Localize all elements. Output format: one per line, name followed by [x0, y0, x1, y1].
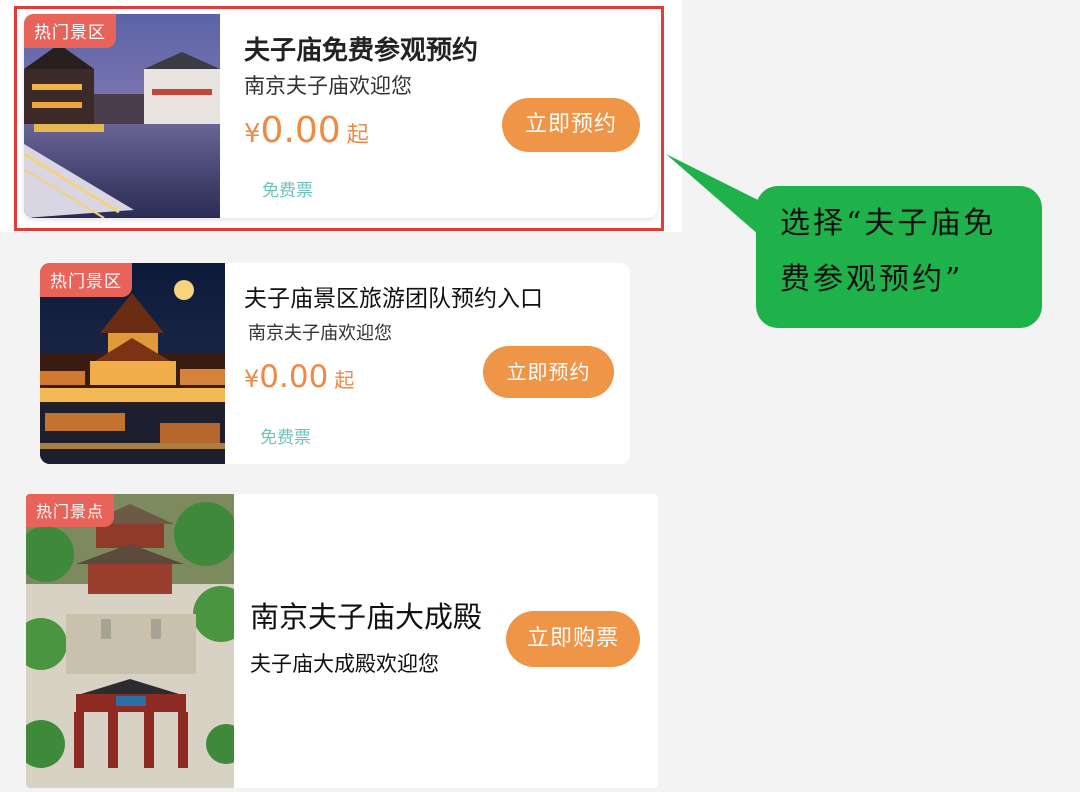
hot-attraction-tag: 热门景区	[24, 14, 116, 48]
hot-attraction-tag: 热门景区	[40, 263, 132, 297]
hot-attraction-tag: 热门景点	[26, 494, 115, 527]
callout-pointer	[666, 154, 790, 262]
instruction-callout: 选择“夫子庙免费参观预约”	[756, 186, 1042, 328]
